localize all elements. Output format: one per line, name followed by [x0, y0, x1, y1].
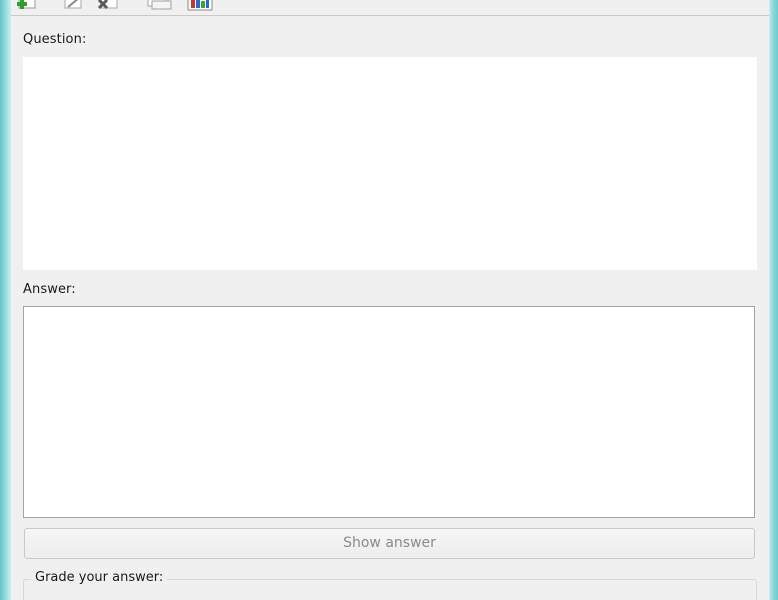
show-answer-button[interactable]: Show answer [24, 528, 755, 559]
main-window: Question: Answer: Show answer Grade your… [11, 0, 769, 600]
question-display [23, 57, 757, 270]
add-icon [17, 0, 36, 9]
delete-icon [97, 0, 118, 10]
window-frame-left [0, 0, 11, 600]
window-frame-right [769, 0, 778, 600]
edit-icon [64, 0, 82, 9]
cards-icon [147, 0, 172, 10]
chart-icon [187, 0, 213, 11]
toolbar [11, 0, 769, 16]
answer-label: Answer: [23, 282, 76, 297]
answer-input[interactable] [23, 306, 755, 518]
grade-label: Grade your answer: [31, 570, 168, 585]
delete-button[interactable] [97, 0, 119, 12]
cards-button[interactable] [147, 0, 172, 12]
statistics-button[interactable] [187, 0, 213, 12]
edit-button[interactable] [63, 0, 85, 12]
add-button[interactable] [17, 0, 39, 12]
question-label: Question: [23, 32, 87, 47]
